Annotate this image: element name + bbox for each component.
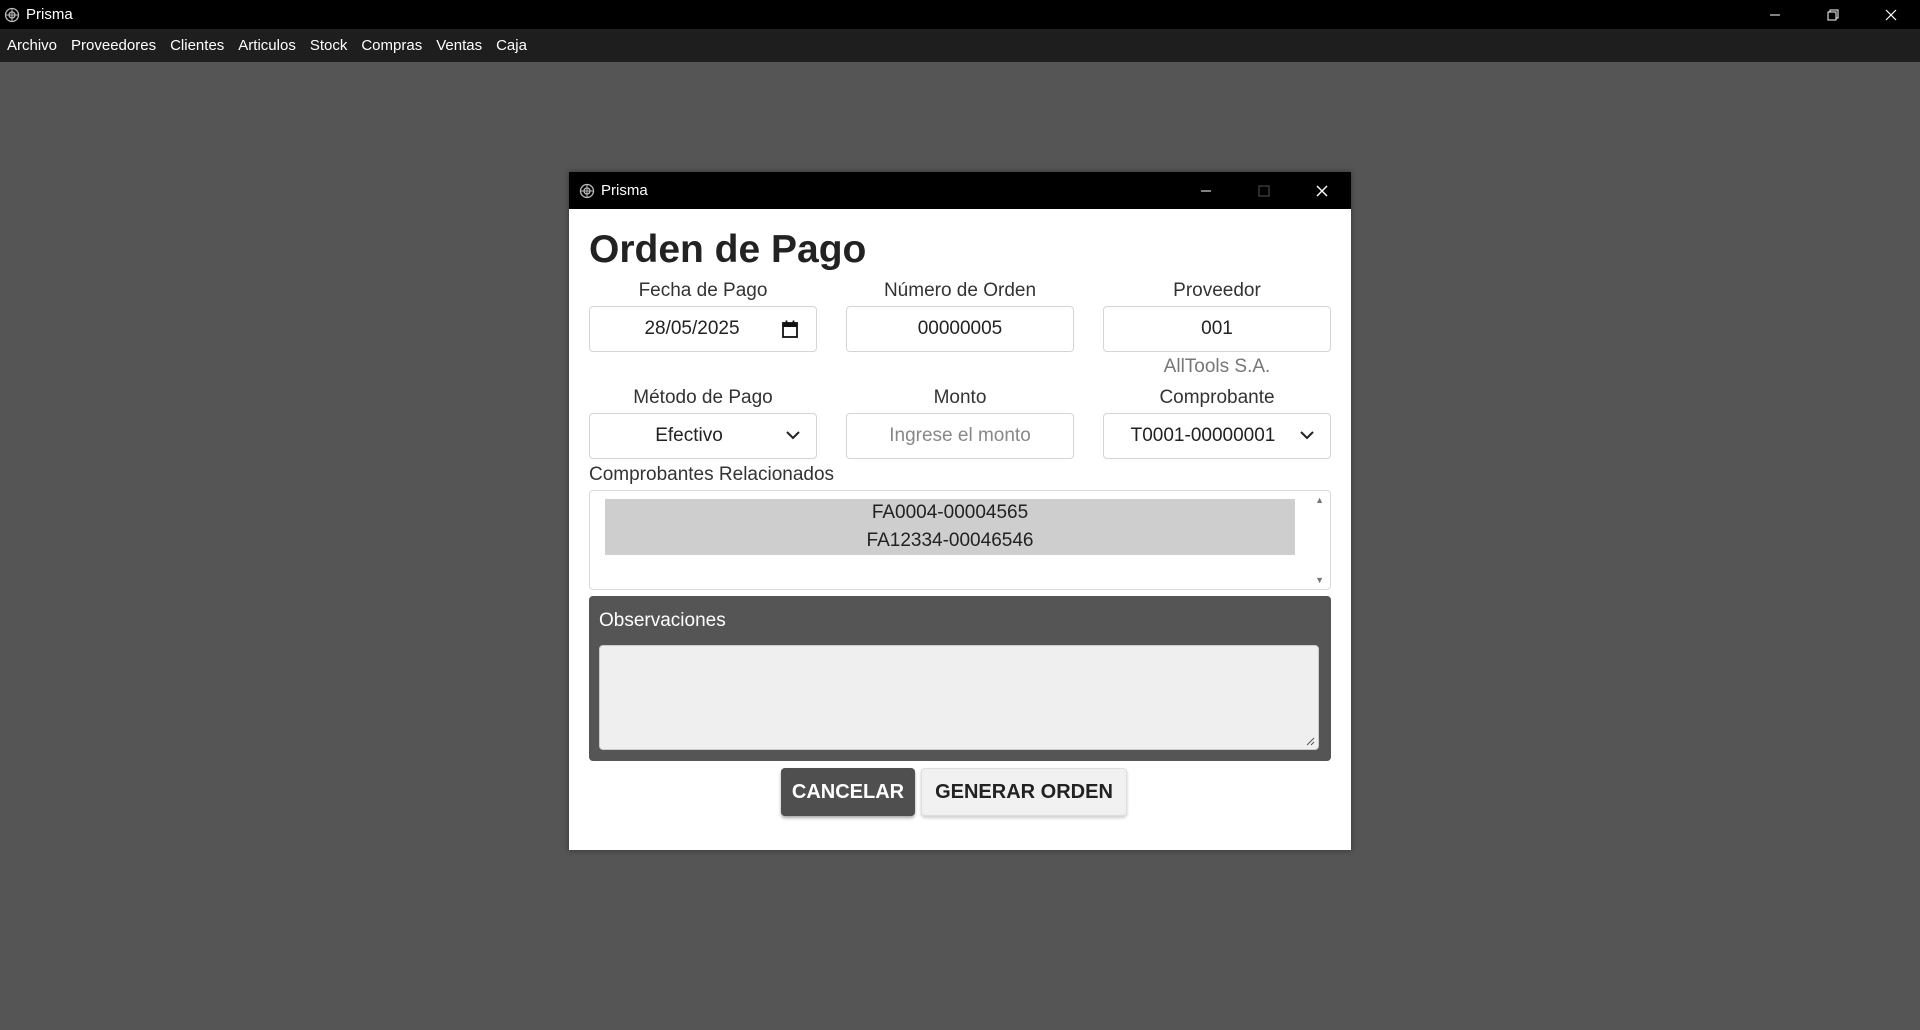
close-icon (1316, 185, 1328, 196)
menu-ventas[interactable]: Ventas (429, 37, 489, 54)
fecha-value: 28/05/2025 (644, 318, 740, 339)
scroll-up-icon[interactable]: ▲ (1315, 495, 1324, 505)
minimize-icon (1770, 14, 1780, 15)
selected-items: FA0004-00004565 FA12334-00046546 (605, 499, 1295, 555)
minimize-icon (1201, 190, 1211, 191)
menu-compras[interactable]: Compras (354, 37, 429, 54)
list-item[interactable]: FA0004-00004565 (605, 499, 1295, 527)
fecha-label: Fecha de Pago (638, 280, 768, 301)
menu-caja[interactable]: Caja (489, 37, 534, 54)
comprobante-select[interactable]: T0001-00000001 (1103, 413, 1331, 459)
resize-grip-icon[interactable] (1305, 736, 1315, 746)
dialog-titlebar: Prisma (569, 172, 1351, 209)
metodo-select[interactable]: Efectivo (589, 413, 817, 459)
restore-button[interactable] (1804, 0, 1862, 29)
menu-articulos[interactable]: Articulos (231, 37, 303, 54)
page-title: Orden de Pago (589, 228, 867, 271)
restore-icon (1827, 9, 1839, 20)
monto-placeholder: Ingrese el monto (889, 425, 1031, 446)
numero-label: Número de Orden (883, 280, 1037, 301)
close-button[interactable] (1862, 0, 1920, 29)
chevron-down-icon (1300, 431, 1314, 440)
app-logo-icon (579, 183, 595, 198)
menu-clientes[interactable]: Clientes (163, 37, 231, 54)
monto-input[interactable]: Ingrese el monto (846, 413, 1074, 459)
scroll-down-icon[interactable]: ▼ (1315, 575, 1324, 585)
proveedor-label: Proveedor (1173, 280, 1261, 301)
numero-input[interactable]: 00000005 (846, 306, 1074, 352)
menu-bar: Archivo Proveedores Clientes Articulos S… (0, 29, 1920, 62)
menu-proveedores[interactable]: Proveedores (64, 37, 163, 54)
monto-label: Monto (933, 387, 987, 408)
observaciones-label: Observaciones (599, 610, 726, 631)
dialog-title: Prisma (601, 182, 648, 199)
metodo-label: Método de Pago (633, 387, 773, 408)
list-item[interactable]: FA12334-00046546 (605, 527, 1295, 555)
maximize-icon (1258, 185, 1270, 196)
app-titlebar: Prisma (0, 0, 1920, 29)
proveedor-value: 001 (1201, 318, 1233, 339)
observaciones-panel: Observaciones (589, 596, 1331, 761)
relacionados-label: Comprobantes Relacionados (589, 464, 835, 485)
relacionados-list[interactable]: FA0004-00004565 FA12334-00046546 ▲ ▼ (589, 490, 1331, 590)
proveedor-input[interactable]: 001 (1103, 306, 1331, 352)
app-title: Prisma (26, 6, 73, 23)
comprobante-label: Comprobante (1159, 387, 1275, 408)
cancel-button[interactable]: CANCELAR (781, 768, 915, 816)
app-logo-icon (4, 7, 20, 22)
generate-order-button[interactable]: GENERAR ORDEN (921, 768, 1127, 816)
chevron-down-icon (786, 431, 800, 440)
proveedor-name: AllTools S.A. (1163, 356, 1271, 377)
menu-archivo[interactable]: Archivo (0, 37, 64, 54)
observaciones-textarea[interactable] (599, 645, 1319, 750)
numero-value: 00000005 (917, 318, 1003, 339)
dialog-minimize-button[interactable] (1177, 172, 1235, 209)
dialog-maximize-button (1235, 172, 1293, 209)
close-icon (1885, 9, 1897, 20)
orden-de-pago-dialog: Prisma Orden de Pago Fecha de Pago 28/05… (569, 172, 1351, 850)
minimize-button[interactable] (1746, 0, 1804, 29)
calendar-icon[interactable] (782, 320, 798, 338)
dialog-close-button[interactable] (1293, 172, 1351, 209)
metodo-value: Efectivo (655, 425, 723, 446)
comprobante-value: T0001-00000001 (1130, 425, 1276, 446)
fecha-input[interactable]: 28/05/2025 (589, 306, 817, 352)
menu-stock[interactable]: Stock (303, 37, 355, 54)
